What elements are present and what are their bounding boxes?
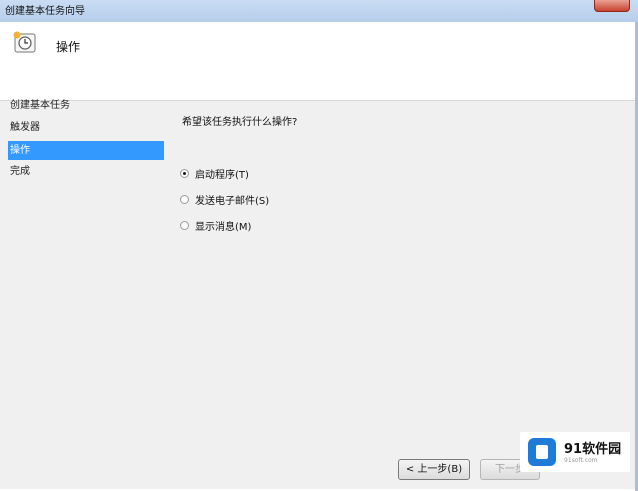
watermark-url: 91soft.com — [564, 457, 598, 464]
sidebar-item-label: 创建基本任务 — [10, 100, 70, 111]
sidebar-item-create-basic-task[interactable]: 创建基本任务 — [8, 96, 164, 115]
sidebar-item-label: 操作 — [10, 145, 30, 156]
option-display-message[interactable]: 显示消息(M) — [180, 217, 251, 233]
brand-icon — [528, 438, 556, 466]
window-title: 创建基本任务向导 — [5, 6, 85, 17]
radio-button-start-program[interactable] — [180, 168, 189, 178]
option-label: 显示消息(M) — [195, 221, 252, 233]
option-send-email[interactable]: 发送电子邮件(S) — [180, 191, 269, 207]
radio-button-send-email[interactable] — [180, 194, 189, 204]
wizard-header: 操作 — [0, 22, 638, 101]
sidebar-item-finish[interactable]: 完成 — [8, 162, 164, 181]
option-start-program[interactable]: 启动程序(T) — [180, 165, 249, 181]
sidebar-item-label: 触发器 — [10, 122, 40, 133]
option-label: 启动程序(T) — [195, 169, 249, 181]
sidebar-item-trigger[interactable]: 触发器 — [8, 118, 164, 137]
watermark-logo: 91软件园 91soft.com — [520, 432, 630, 472]
page-title: 操作 — [56, 40, 81, 54]
watermark-brand: 91软件园 — [564, 442, 622, 457]
title-bar[interactable]: 创建基本任务向导 — [0, 0, 638, 23]
close-button[interactable] — [594, 0, 630, 12]
action-question: 希望该任务执行什么操作? — [182, 117, 298, 128]
option-label: 发送电子邮件(S) — [195, 195, 270, 207]
sidebar-item-label: 完成 — [10, 166, 30, 177]
radio-button-display-message[interactable] — [180, 220, 189, 230]
wizard-body: 创建基本任务 触发器 操作 完成 希望该任务执行什么操作? 启动程序(T) 发送… — [0, 100, 638, 489]
clock-task-icon — [13, 31, 36, 53]
back-button[interactable]: < 上一步(B) — [398, 459, 470, 480]
sidebar-item-action[interactable]: 操作 — [8, 141, 164, 160]
